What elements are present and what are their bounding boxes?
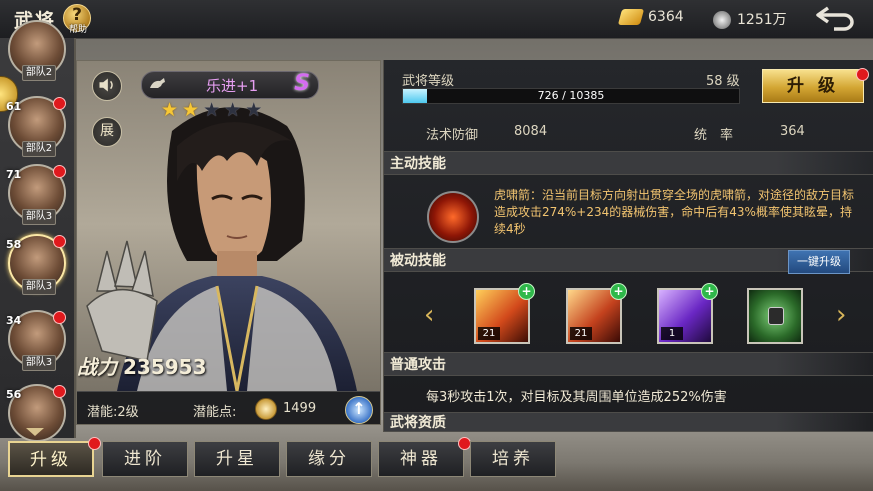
level-value: 58 级 [706,74,740,89]
star-rating: ★ ★ ★ ★ ★ [161,99,266,121]
sound-button[interactable] [92,71,122,101]
gold-resource: 6364 [617,9,684,25]
top-bar: 武将 ? 帮助 6364 1251万 [0,0,873,39]
command-value: 364 [780,124,805,139]
star-icon: ★ [182,99,200,121]
upgrade-button[interactable]: 升 级 [762,69,864,103]
fist-icon[interactable]: 21 + [566,283,627,344]
hero-alert-dot [53,235,66,248]
one-key-upgrade-button[interactable]: 一键升级 [788,250,850,274]
gold-ingot-icon [617,9,645,25]
hero-team-badge: 部队3 [22,279,56,295]
hero-portrait-5[interactable]: 34 部队3 [6,310,66,371]
magic-defense-value: 8084 [514,124,548,139]
silver-value: 1251万 [737,12,787,28]
hero-alert-dot [53,385,66,398]
hero-team-badge: 部队2 [22,141,56,157]
expand-button[interactable]: 展 [92,117,122,147]
lock-icon[interactable] [747,288,803,344]
potential-upgrade-arrow-icon[interactable]: ↑ [345,396,373,424]
power-value: 235953 [123,355,207,379]
hero-portrait-4[interactable]: 58 部队3 [6,234,66,295]
chevron-right-icon[interactable]: › [836,300,846,330]
star-icon: ★ [245,99,263,121]
hero-level: 71 [6,168,22,181]
exp-text: 726 / 10385 [537,89,605,102]
scroll-down-icon[interactable] [26,428,44,436]
help-button[interactable]: ? 帮助 [63,4,91,35]
level-label: 武将等级 [402,74,455,89]
tab-5[interactable]: 培养 [470,441,556,477]
hero-level: 34 [6,314,22,327]
hero-alert-dot [53,165,66,178]
cavalry-icon [150,78,165,88]
potential-points-label: 潜能点: [193,405,237,420]
plus-icon[interactable]: + [701,283,718,300]
aptitude-header: 武将资质 [384,412,873,432]
potential-level: 潜能:2级 [87,405,139,420]
hero-level: 61 [6,100,22,113]
potential-coin-icon [255,398,277,420]
bottom-tabs: 升级 进阶 升星 缘分 神器 培养 [0,437,873,491]
magic-defense-label: 法术防御 [426,128,479,143]
star-icon: ★ [203,99,221,121]
skill-level: 1 [661,327,683,340]
exp-bar: 726 / 10385 [402,88,740,104]
active-skill-header: 主动技能 [384,151,873,175]
upgrade-alert-dot [856,68,869,81]
potential-points-value: 1499 [283,401,317,416]
hero-team-badge: 部队3 [22,355,56,371]
hero-level: 58 [6,238,22,251]
normal-attack-description: 每3秒攻击1次，对目标及其周围单位造成252%伤害 [426,390,727,405]
hero-portrait-1[interactable]: 部队2 [8,20,66,81]
skill-level: 21 [478,327,500,340]
chevron-left-icon[interactable]: ‹ [424,300,434,330]
skill-level: 21 [570,327,592,340]
hero-rank: S [294,71,310,96]
plus-icon[interactable]: + [518,283,535,300]
hero-portrait-3[interactable]: 71 部队3 [6,164,66,225]
tab-1[interactable]: 进阶 [102,441,188,477]
back-arrow-icon[interactable] [814,4,858,32]
hero-name: 乐进+1 [206,77,259,95]
star-icon: ★ [224,99,242,121]
arrow-skill-icon[interactable] [427,191,479,243]
speaker-icon [99,78,113,92]
purple-slash-icon[interactable]: 1 + [657,283,718,344]
hero-team-badge: 部队2 [22,65,56,81]
silver-resource: 1251万 [713,9,787,29]
fire-warrior-icon[interactable]: 21 + [474,283,535,344]
padlock-icon [768,307,784,325]
tab-0[interactable]: 升级 [8,441,94,477]
character-panel: 展 乐进+1 S ★ ★ ★ ★ ★ 战力 235953 潜能:2级 潜能点: 1499 … [76,60,381,425]
hero-alert-dot [53,311,66,324]
star-icon: ★ [161,99,179,121]
normal-attack-header: 普通攻击 [384,352,873,376]
plus-icon[interactable]: + [610,283,627,300]
tab-3[interactable]: 缘分 [286,441,372,477]
potential-bar: 潜能:2级 潜能点: 1499 ↑ [77,391,380,424]
hero-name-bar: 乐进+1 S [141,71,319,99]
combat-power: 战力 235953 [77,351,207,380]
hero-roster[interactable]: 部队2 61 部队2 71 部队3 58 部队3 34 部队3 56 [0,20,76,442]
command-label: 统 率 [694,128,734,143]
hero-portrait [86,107,357,391]
power-label: 战力 [77,355,117,379]
active-skill-description: 虎啸箭：沿当前目标方向射出贯穿全场的虎啸箭，对途径的敌方目标造成攻击274%+2… [494,188,855,236]
hero-team-badge: 部队3 [22,209,56,225]
silver-coin-icon [713,11,731,29]
info-panel: 武将等级 58 级 726 / 10385 升 级 法术防御 8084 统 率 … [383,60,873,432]
hero-portrait-2[interactable]: 61 部队2 [6,96,66,157]
tab-2[interactable]: 升星 [194,441,280,477]
tab-alert-dot [88,437,101,450]
hero-level: 56 [6,388,22,401]
gold-value: 6364 [648,9,684,25]
tab-4[interactable]: 神器 [378,441,464,477]
help-label: 帮助 [68,25,87,35]
hero-alert-dot [53,97,66,110]
